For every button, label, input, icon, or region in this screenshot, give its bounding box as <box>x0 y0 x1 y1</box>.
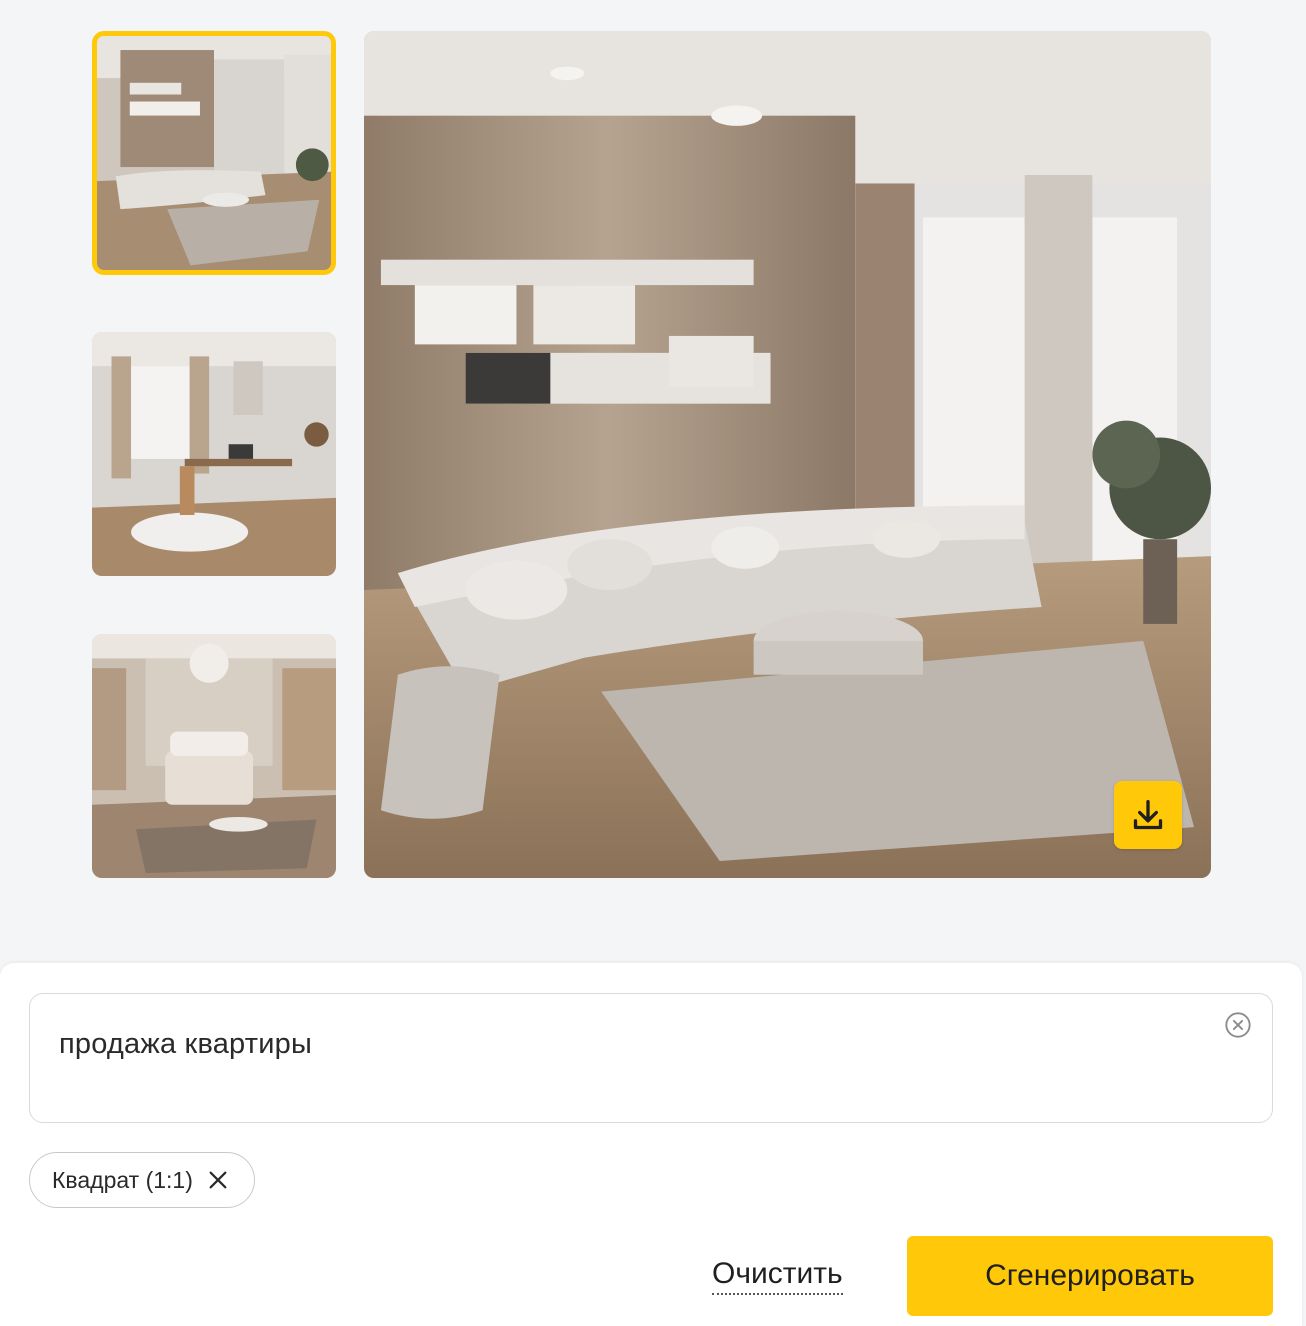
download-icon <box>1133 800 1163 830</box>
remove-format-button[interactable] <box>205 1167 231 1193</box>
clear-button[interactable]: Очистить <box>712 1259 843 1295</box>
download-button[interactable] <box>1114 781 1182 849</box>
thumbnail-living-room[interactable] <box>92 31 336 275</box>
generate-button[interactable]: Сгенерировать <box>907 1236 1273 1316</box>
main-preview <box>364 31 1211 878</box>
close-icon <box>209 1171 227 1189</box>
living-room-image <box>97 36 331 270</box>
image-generator: продажа квартиры Квадрат (1:1) Очистить … <box>0 0 1306 1326</box>
prompt-input[interactable]: продажа квартиры <box>29 993 1273 1123</box>
thumbnail-study-room[interactable] <box>92 332 336 576</box>
format-chip-label: Квадрат (1:1) <box>52 1166 193 1193</box>
bedroom-image <box>92 634 336 878</box>
format-chip: Квадрат (1:1) <box>29 1152 255 1208</box>
study-room-image <box>92 332 336 576</box>
thumbnail-bedroom[interactable] <box>92 634 336 878</box>
clear-circle-icon <box>1225 1012 1251 1038</box>
living-room-large-image <box>364 31 1211 878</box>
clear-prompt-button[interactable] <box>1224 1011 1252 1039</box>
prompt-text[interactable]: продажа квартиры <box>59 1028 1202 1061</box>
prompt-panel: продажа квартиры Квадрат (1:1) Очистить … <box>0 963 1302 1326</box>
